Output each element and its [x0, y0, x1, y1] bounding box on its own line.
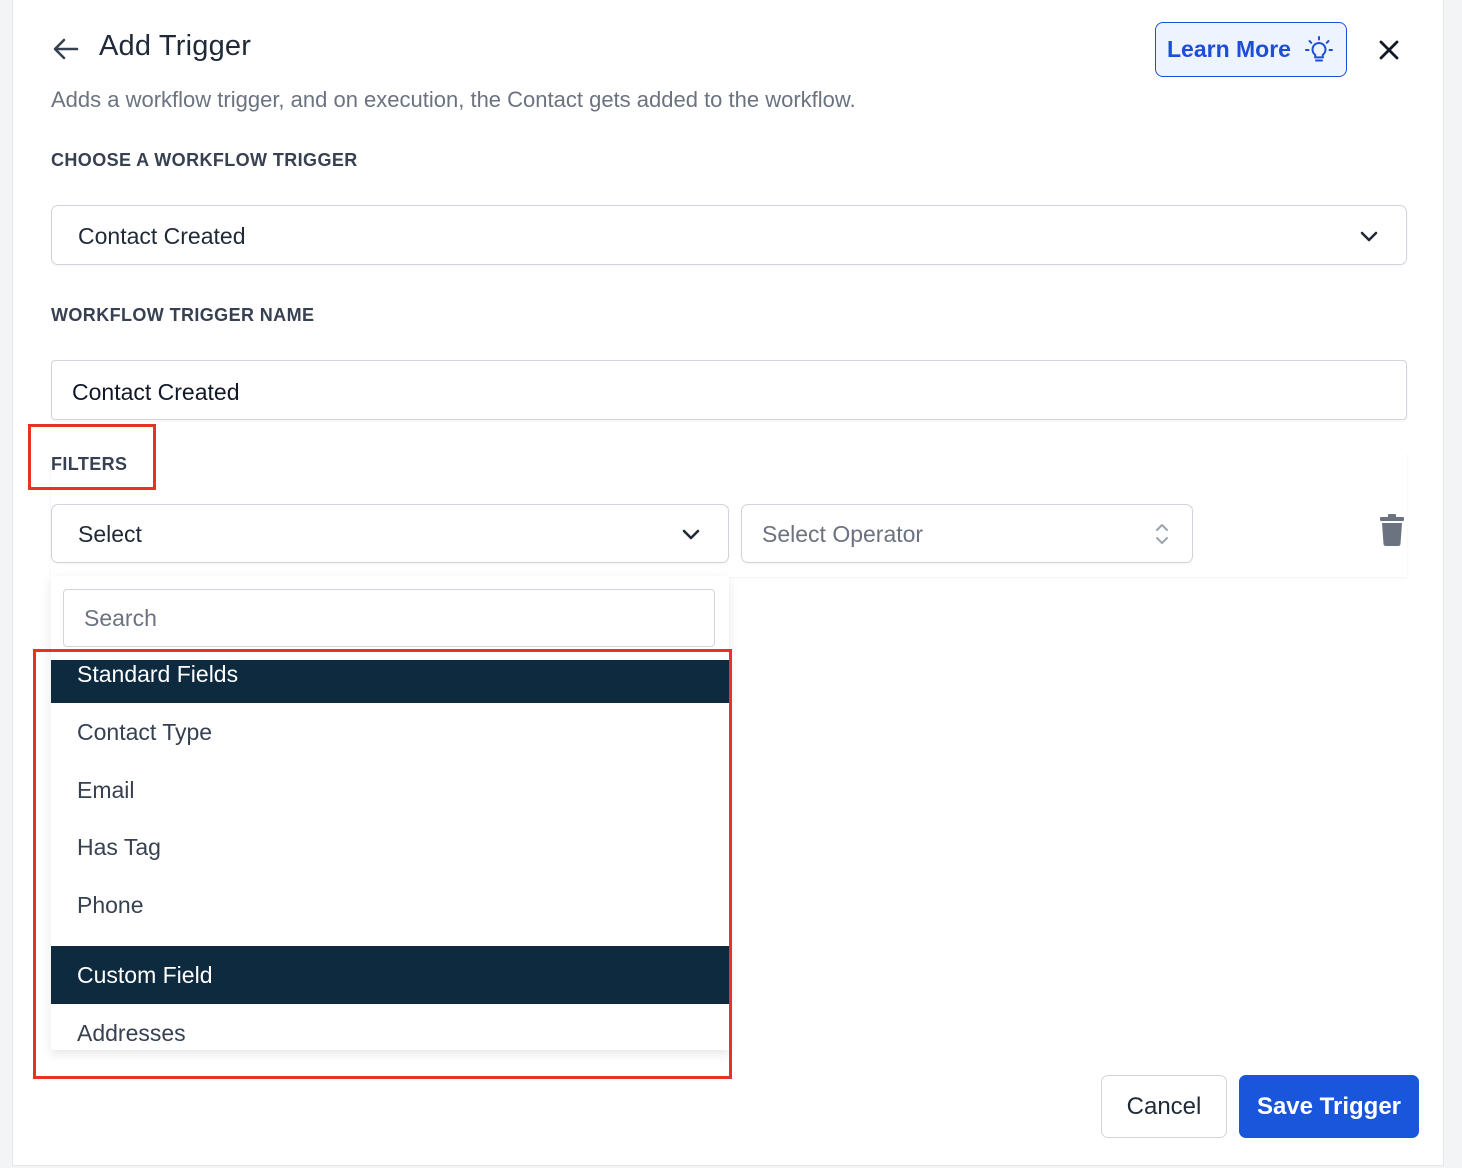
- filter-operator-select[interactable]: Select Operator: [741, 504, 1193, 563]
- page-subtitle: Adds a workflow trigger, and on executio…: [51, 87, 856, 112]
- chevron-down-icon: [682, 529, 700, 540]
- sort-arrows-icon: [1156, 524, 1168, 544]
- filter-field-select[interactable]: Select: [51, 504, 729, 563]
- save-trigger-button[interactable]: Save Trigger: [1239, 1075, 1419, 1138]
- trigger-section-label: CHOOSE A WORKFLOW TRIGGER: [51, 150, 358, 170]
- operator-placeholder: Select Operator: [762, 521, 924, 547]
- workflow-trigger-select[interactable]: Contact Created: [51, 205, 1407, 265]
- highlight-box-filters: [28, 424, 156, 490]
- workflow-trigger-value: Contact Created: [78, 223, 246, 249]
- close-icon[interactable]: [1375, 36, 1403, 64]
- trigger-name-input[interactable]: Contact Created: [51, 360, 1407, 420]
- cancel-button[interactable]: Cancel: [1101, 1075, 1227, 1138]
- trigger-name-value: Contact Created: [72, 379, 240, 405]
- dropdown-search-input[interactable]: Search: [63, 589, 715, 647]
- page-title: Add Trigger: [99, 30, 252, 62]
- search-placeholder: Search: [84, 604, 157, 631]
- learn-more-button[interactable]: Learn More: [1155, 22, 1347, 77]
- lightbulb-icon: [1304, 35, 1333, 61]
- trash-icon[interactable]: [1379, 513, 1405, 547]
- arrow-left-icon[interactable]: [51, 34, 81, 64]
- trigger-name-label: WORKFLOW TRIGGER NAME: [51, 305, 315, 325]
- learn-more-label: Learn More: [1167, 36, 1291, 62]
- highlight-box-dropdown: [33, 649, 732, 1079]
- chevron-down-icon: [1360, 231, 1378, 242]
- filter-field-value: Select: [78, 521, 142, 547]
